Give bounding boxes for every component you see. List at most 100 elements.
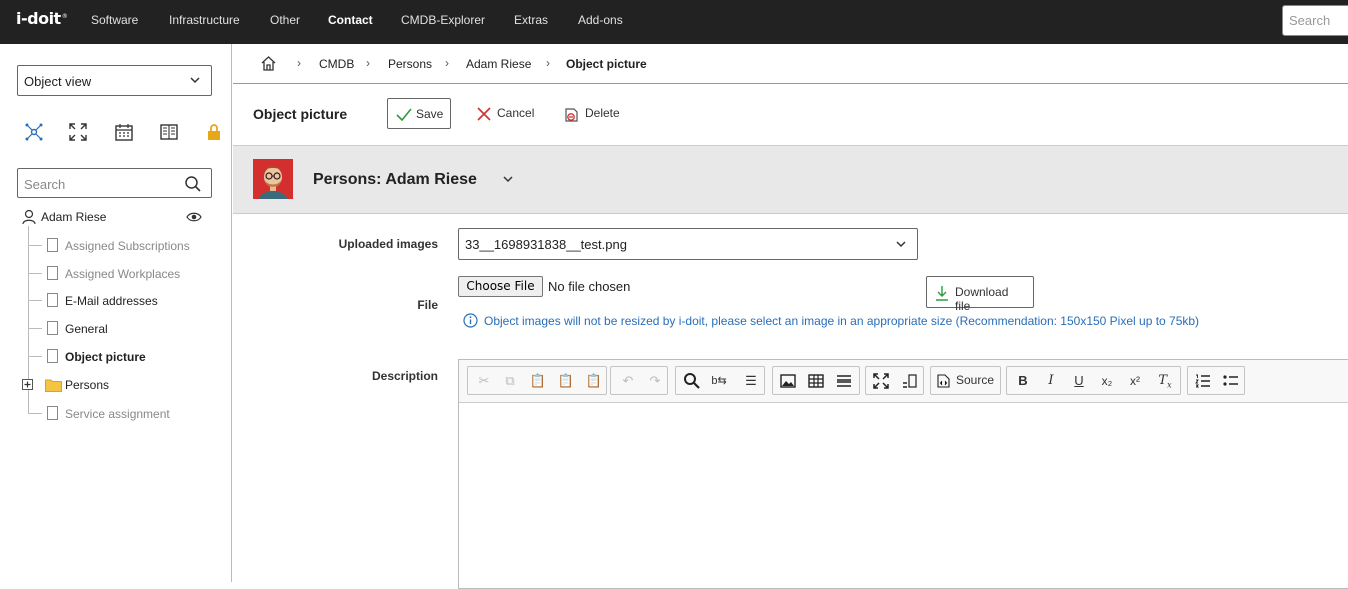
page-icon [47, 293, 58, 307]
horizontal-line-icon[interactable] [835, 372, 853, 390]
page-icon [47, 349, 58, 363]
file-size-hint: Object images will not be resized by i-d… [484, 314, 1200, 328]
find-icon[interactable] [683, 372, 701, 390]
nav-software[interactable]: Software [91, 13, 138, 27]
breadcrumb-separator: › [297, 56, 301, 70]
tree-item-assigned-workplaces[interactable]: Assigned Workplaces [65, 267, 180, 281]
numbered-list-icon[interactable] [1194, 372, 1212, 390]
network-icon[interactable] [24, 122, 44, 142]
top-navbar: i-doit® Software Infrastructure Other Co… [0, 0, 1348, 44]
italic-icon[interactable]: I [1042, 372, 1060, 390]
insert-group [772, 366, 860, 395]
nav-extras[interactable]: Extras [514, 13, 548, 27]
delete-icon [565, 108, 578, 122]
tree-item-object-picture[interactable]: Object picture [65, 350, 146, 364]
check-icon [396, 108, 412, 121]
source-label: Source [956, 373, 995, 387]
lock-icon[interactable] [204, 122, 224, 142]
folder-icon [45, 379, 62, 392]
breadcrumb-separator: › [546, 56, 550, 70]
page-title: Object picture [253, 106, 348, 122]
table-icon[interactable] [807, 372, 825, 390]
source-icon [937, 374, 950, 388]
undo-icon[interactable]: ↶ [619, 372, 637, 390]
replace-icon[interactable]: b⇆ [710, 372, 728, 390]
tree-item-email-addresses[interactable]: E-Mail addresses [65, 294, 158, 308]
tree-item-service-assignment[interactable]: Service assignment [65, 407, 170, 421]
copy-icon[interactable]: ⧉ [501, 372, 519, 390]
description-editor: ✂ ⧉ 📋 📋 📋 ↶ ↷ b⇆ ☰ Source B I U x₂ x² Tx [458, 359, 1348, 589]
no-file-chosen-text: No file chosen [548, 279, 631, 294]
subscript-icon[interactable]: x₂ [1098, 372, 1116, 390]
nav-other[interactable]: Other [270, 13, 300, 27]
cancel-button[interactable]: Cancel [469, 98, 542, 129]
app-logo-text: i-doit [16, 9, 61, 28]
tree-item-persons[interactable]: Persons [65, 378, 109, 392]
tree-item-general[interactable]: General [65, 322, 108, 336]
home-icon[interactable] [260, 55, 277, 72]
breadcrumb-cmdb[interactable]: CMDB [319, 57, 354, 71]
maximize-icon[interactable] [872, 372, 890, 390]
choose-file-button[interactable]: Choose File [458, 276, 543, 297]
tree-branch [28, 356, 42, 357]
breadcrumb-adam-riese[interactable]: Adam Riese [466, 57, 531, 71]
bold-icon[interactable]: B [1014, 372, 1032, 390]
breadcrumb-persons[interactable]: Persons [388, 57, 432, 71]
page-icon [47, 266, 58, 280]
superscript-icon[interactable]: x² [1126, 372, 1144, 390]
tree-branch [28, 300, 42, 301]
delete-button[interactable]: Delete [557, 98, 628, 129]
book-icon[interactable] [159, 122, 179, 142]
eye-icon[interactable] [186, 211, 202, 223]
download-file-button[interactable]: Download file [926, 276, 1034, 313]
remove-format-icon[interactable]: Tx [1156, 372, 1174, 390]
sidebar-search-input[interactable]: Search [17, 168, 212, 198]
show-blocks-icon[interactable] [900, 372, 918, 390]
tree-root-adam-riese[interactable]: Adam Riese [41, 210, 106, 224]
app-logo[interactable]: i-doit® [16, 9, 68, 28]
page-icon [47, 406, 58, 420]
tree-item-assigned-subscriptions[interactable]: Assigned Subscriptions [65, 239, 190, 253]
uploaded-images-value: 33__1698931838__test.png [465, 237, 627, 252]
uploaded-images-label: Uploaded images [338, 237, 438, 251]
redo-icon[interactable]: ↷ [646, 372, 664, 390]
select-all-icon[interactable]: ☰ [742, 372, 760, 390]
app-logo-mark: ® [61, 12, 68, 20]
list-group [1187, 366, 1245, 395]
bullet-list-icon[interactable] [1222, 372, 1240, 390]
download-file-label: Download file [955, 285, 1009, 313]
source-button[interactable]: Source [930, 366, 1001, 395]
cut-icon[interactable]: ✂ [475, 372, 493, 390]
nav-infrastructure[interactable]: Infrastructure [169, 13, 240, 27]
chevron-down-icon [896, 241, 906, 248]
image-icon[interactable] [779, 372, 797, 390]
tree-branch [28, 273, 42, 274]
expand-icon[interactable] [68, 122, 88, 142]
expand-plus-icon[interactable] [22, 379, 33, 390]
nav-contact[interactable]: Contact [328, 13, 373, 27]
sidebar: Object view Search Adam Riese Assigned S… [0, 44, 232, 582]
view-select[interactable]: Object view [17, 65, 212, 96]
paste-word-icon[interactable]: 📋 [585, 372, 603, 390]
chevron-down-icon[interactable] [501, 173, 515, 185]
object-title: Persons: Adam Riese [313, 171, 477, 188]
undo-group: ↶ ↷ [610, 366, 668, 395]
nav-cmdb-explorer[interactable]: CMDB-Explorer [401, 13, 485, 27]
page-icon [47, 238, 58, 252]
paste-icon[interactable]: 📋 [529, 372, 547, 390]
find-group: b⇆ ☰ [675, 366, 765, 395]
clipboard-group: ✂ ⧉ 📋 📋 📋 [467, 366, 607, 395]
nav-add-ons[interactable]: Add-ons [578, 13, 623, 27]
search-icon[interactable] [184, 175, 202, 193]
save-button[interactable]: Save [387, 98, 451, 129]
top-search-input[interactable]: Search [1282, 5, 1348, 36]
calendar-icon[interactable] [114, 122, 134, 142]
uploaded-images-select[interactable]: 33__1698931838__test.png [458, 228, 918, 260]
view-select-value: Object view [24, 74, 92, 89]
delete-label: Delete [585, 106, 620, 120]
underline-icon[interactable]: U [1070, 372, 1088, 390]
description-label: Description [371, 369, 438, 383]
person-icon [22, 209, 36, 225]
paste-text-icon[interactable]: 📋 [557, 372, 575, 390]
avatar [253, 159, 293, 199]
